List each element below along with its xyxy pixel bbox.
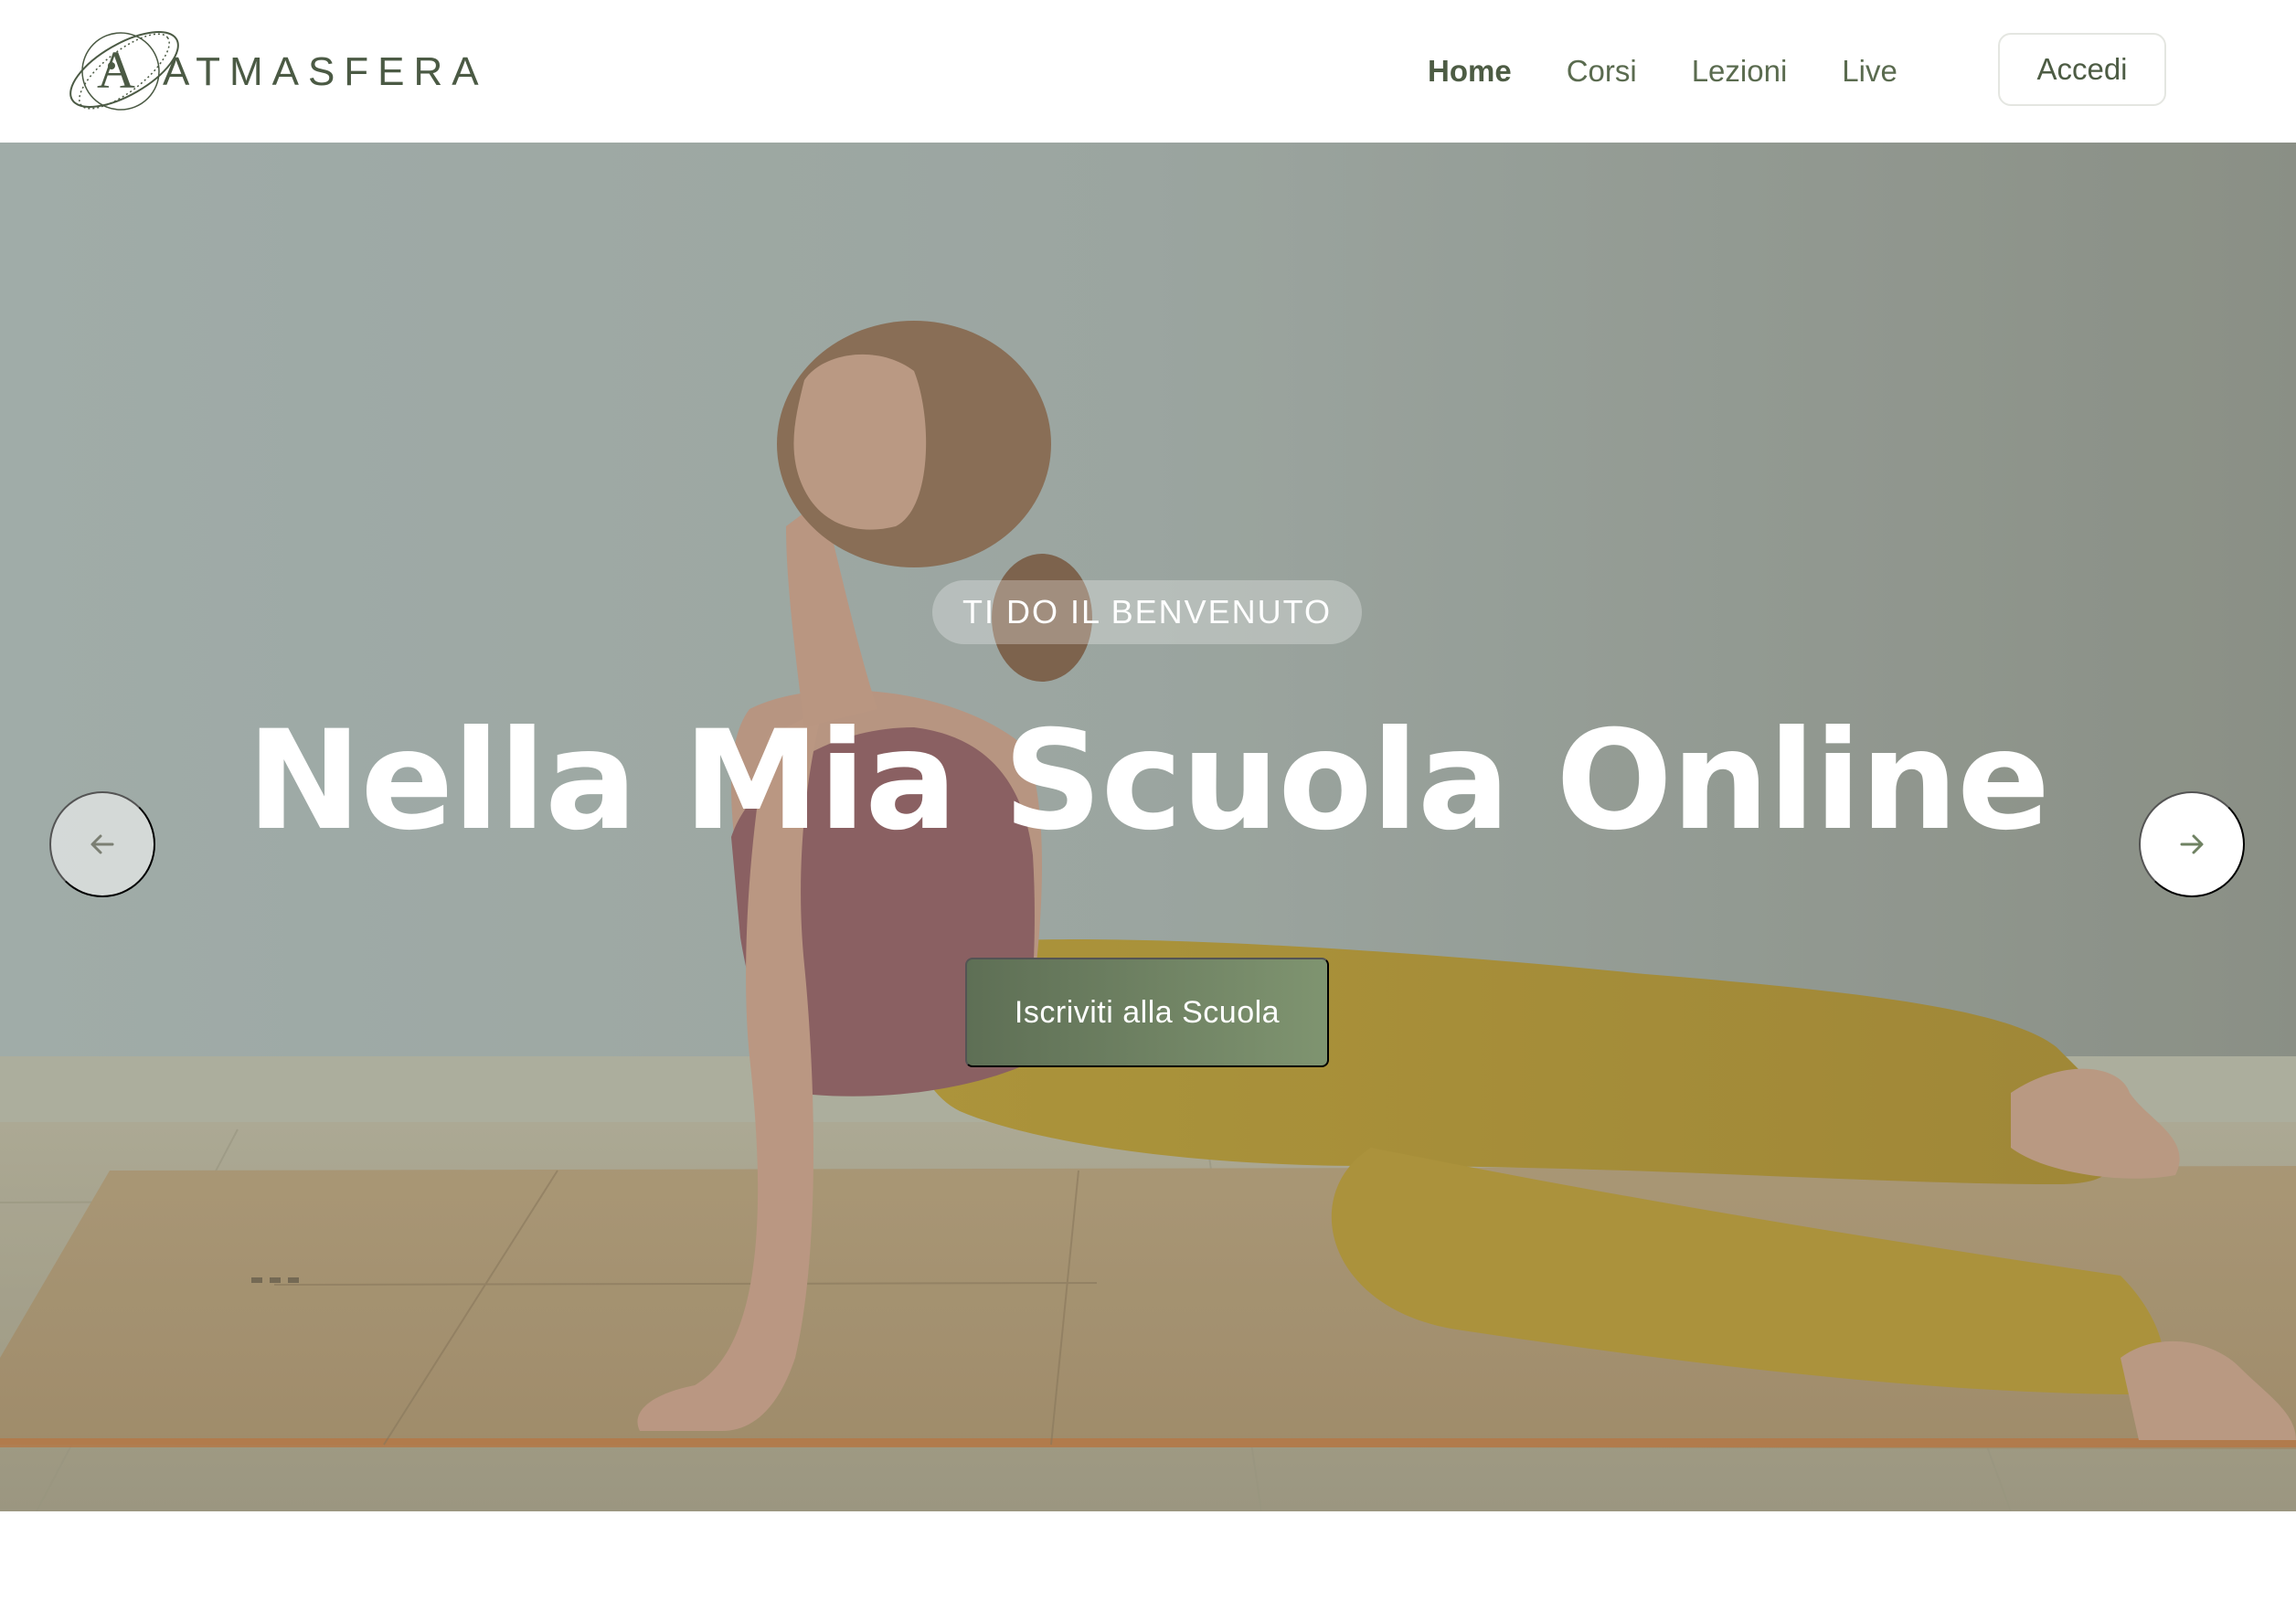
svg-text:A: A [97, 40, 135, 100]
enroll-button[interactable]: Iscriviti alla Scuola [965, 958, 1329, 1067]
hero-headline: Nella Mia Scuola Online [247, 702, 2050, 861]
nav-item-lezioni[interactable]: Lezioni [1692, 44, 1788, 99]
login-button[interactable]: Accedi [1998, 33, 2166, 106]
carousel-next-button[interactable] [2139, 791, 2245, 897]
nav-item-live[interactable]: Live [1842, 44, 1897, 99]
hero-carousel: TI DO IL BENVENUTO Nella Mia Scuola Onli… [0, 143, 2296, 1511]
arrow-right-icon [2180, 834, 2204, 854]
nav-item-home[interactable]: Home [1428, 44, 1512, 99]
carousel-prev-button[interactable] [49, 791, 155, 897]
arrow-left-icon [90, 834, 114, 854]
main-nav: Home Corsi Lezioni Live [1428, 44, 1952, 99]
hero-eyebrow-badge: TI DO IL BENVENUTO [932, 580, 1362, 644]
brand-name: ATMASFERA [163, 49, 488, 94]
nav-item-corsi[interactable]: Corsi [1567, 44, 1637, 99]
site-header: A ATMASFERA Home Corsi Lezioni Live Acce… [0, 0, 2296, 143]
brand-logo[interactable]: A ATMASFERA [60, 24, 479, 117]
